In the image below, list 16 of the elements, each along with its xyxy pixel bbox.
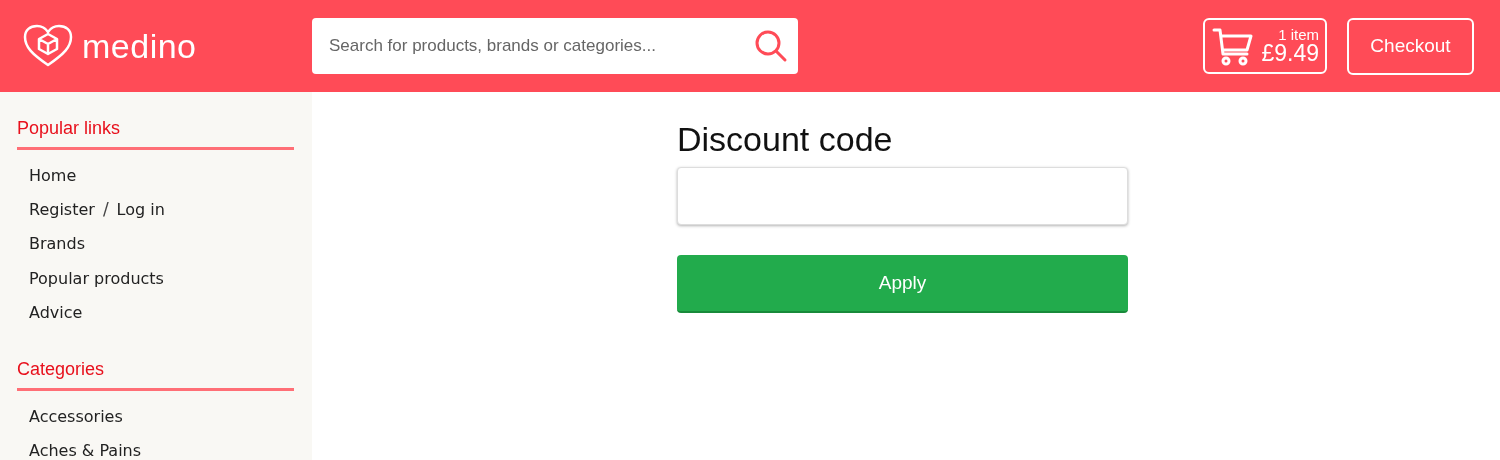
- search-icon[interactable]: [754, 29, 788, 63]
- separator-slash: /: [102, 199, 109, 220]
- section-heading: Popular links: [17, 118, 294, 150]
- sidebar-link[interactable]: Popular products: [29, 268, 164, 288]
- discount-code-field[interactable]: [677, 167, 1128, 225]
- heart-box-logo-icon: [22, 24, 74, 68]
- search-bar[interactable]: Search for products, brands or categories...: [312, 18, 798, 74]
- sidebar-link[interactable]: Log in: [116, 199, 165, 219]
- sidebar-link[interactable]: Aches & Pains: [29, 441, 142, 460]
- sidebar-link[interactable]: Accessories: [29, 407, 123, 427]
- sidebar-link[interactable]: Brands: [29, 234, 85, 254]
- section-heading: Categories: [17, 359, 294, 392]
- sidebar-link[interactable]: Advice: [29, 302, 83, 322]
- sidebar-link[interactable]: Home: [29, 165, 77, 185]
- discount-heading: Discount code: [677, 120, 894, 159]
- sidebar-link[interactable]: Register: [29, 199, 95, 219]
